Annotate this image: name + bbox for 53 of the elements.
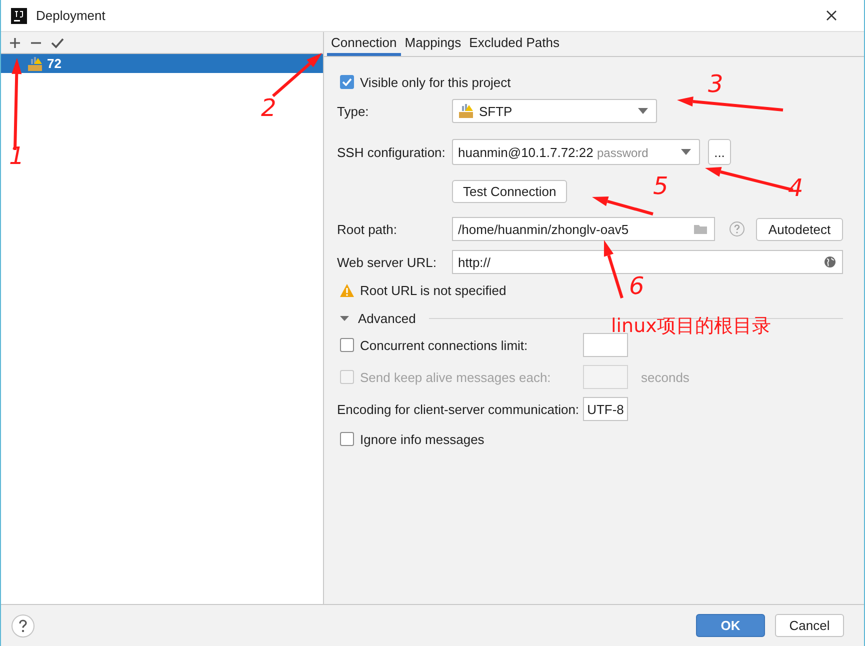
encoding-field[interactable]: UTF-8 [583, 397, 628, 421]
field-label: SSH configuration: [337, 144, 446, 160]
check-icon[interactable] [51, 36, 64, 48]
close-icon[interactable] [826, 10, 837, 21]
number-field[interactable] [583, 365, 628, 389]
app-logo-icon [11, 8, 27, 24]
annotation-arrow [272, 53, 322, 98]
cancel-button[interactable]: Cancel [775, 614, 844, 637]
ssh-config-dropdown[interactable]: huanmin@10.1.7.72:22 password [452, 139, 700, 165]
dropdown-caret-icon [638, 108, 648, 114]
annotation-arrow [604, 240, 624, 298]
server-list-item[interactable]: 72 [1, 54, 323, 73]
section-title[interactable]: Advanced [358, 310, 416, 326]
browse-button[interactable]: ... [708, 139, 731, 165]
annotation-number: 2 [261, 96, 276, 120]
field-label: Encoding for client-server communication: [337, 402, 580, 416]
unit-label: seconds [641, 370, 690, 384]
tab[interactable]: Mappings [400, 32, 466, 56]
sftp-icon [458, 103, 474, 119]
web-url-field[interactable]: http:// [452, 250, 843, 274]
folder-icon[interactable] [694, 224, 708, 234]
option-label: Send keep alive messages each: [360, 370, 551, 384]
annotation-note: linux项目的根目录 [611, 314, 771, 339]
autodetect-button[interactable]: Autodetect [756, 218, 843, 240]
checkbox[interactable] [340, 75, 354, 89]
help-icon[interactable] [11, 614, 35, 638]
test-connection-button[interactable]: Test Connection [452, 180, 567, 202]
warning-icon [340, 284, 354, 296]
tab[interactable]: Connection [327, 32, 401, 56]
window-title: Deployment [36, 8, 106, 23]
root-path-field[interactable]: /home/huanmin/zhonglv-oav5 [452, 217, 715, 241]
annotation-number: 5 [653, 174, 668, 198]
checkbox[interactable] [340, 432, 354, 446]
expanded-triangle-icon[interactable] [340, 314, 349, 322]
warning-message: Root URL is not specified [360, 282, 506, 298]
dropdown-caret-icon [681, 149, 691, 155]
checkbox-label: Visible only for this project [360, 74, 511, 90]
sftp-icon [27, 56, 43, 72]
field-label: Root path: [337, 222, 398, 236]
annotation-number: 3 [708, 72, 724, 96]
add-icon[interactable] [9, 36, 21, 48]
annotation-number: 6 [629, 274, 644, 298]
option-label: Ignore info messages [360, 432, 484, 446]
ok-button[interactable]: OK [696, 614, 765, 637]
type-dropdown[interactable]: SFTP [452, 99, 657, 123]
annotation-arrow [592, 196, 654, 216]
globe-icon [824, 256, 836, 268]
tab[interactable]: Excluded Paths [465, 32, 564, 56]
field-label: Web server URL: [337, 254, 438, 270]
field-label: Type: [337, 104, 370, 118]
checkbox[interactable] [340, 338, 354, 352]
option-label: Concurrent connections limit: [360, 338, 528, 352]
number-field[interactable] [583, 333, 628, 357]
